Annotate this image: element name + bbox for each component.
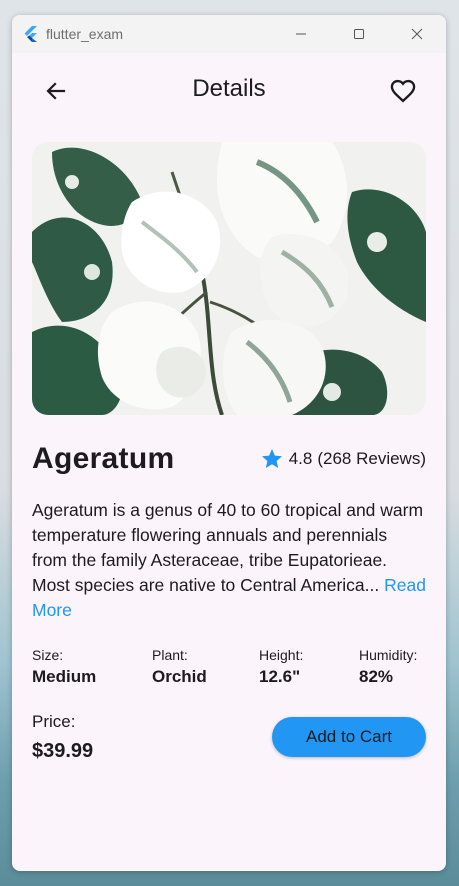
add-to-cart-button[interactable]: Add to Cart xyxy=(272,717,426,757)
favorite-button[interactable] xyxy=(386,74,420,108)
product-name: Ageratum xyxy=(32,442,175,475)
spec-height: Height: 12.6" xyxy=(259,647,303,687)
spec-label: Height: xyxy=(259,647,304,663)
page-title: Details xyxy=(192,75,266,102)
maximize-button[interactable] xyxy=(330,15,388,53)
flutter-logo-icon xyxy=(24,26,37,42)
plant-photo xyxy=(32,142,426,415)
minimize-button[interactable] xyxy=(272,15,330,53)
spec-value: 12.6" xyxy=(259,667,301,686)
price-value: $39.99 xyxy=(32,740,94,762)
spec-value: Orchid xyxy=(152,667,207,686)
product-header: Ageratum 4.8 (268 Reviews) xyxy=(32,442,426,480)
spec-value: 82% xyxy=(359,667,394,686)
spec-label: Size: xyxy=(32,647,64,663)
spec-humidity: Humidity: 82% xyxy=(359,647,417,687)
app-bar: Details xyxy=(12,53,446,127)
star-icon xyxy=(261,449,282,468)
price-label: Price: xyxy=(32,712,76,731)
spec-label: Plant: xyxy=(152,647,188,663)
spec-size: Size: Medium xyxy=(32,647,96,687)
product-description: Ageratum is a genus of 40 to 60 tropical… xyxy=(32,498,426,623)
description-text: Ageratum is a genus of 40 to 60 tropical… xyxy=(32,500,424,595)
rating-value: 4.8 xyxy=(288,449,313,468)
review-count: (268 Reviews) xyxy=(317,449,426,468)
minimize-icon xyxy=(296,33,306,35)
close-button[interactable] xyxy=(388,15,446,53)
close-icon xyxy=(411,28,423,40)
product-specs: Size: Medium Plant: Orchid Height: 12.6"… xyxy=(32,647,426,691)
price-block: Price: $39.99 xyxy=(32,712,93,763)
maximize-icon xyxy=(354,29,364,39)
app-window: flutter_exam Details Ageratum 4.8 (268 R… xyxy=(12,15,446,871)
heart-outline-icon xyxy=(390,79,416,103)
product-rating: 4.8 (268 Reviews) xyxy=(260,447,426,471)
window-title: flutter_exam xyxy=(46,26,124,42)
spec-plant: Plant: Orchid xyxy=(152,647,207,687)
window-titlebar[interactable]: flutter_exam xyxy=(12,15,446,53)
spec-label: Humidity: xyxy=(359,647,418,663)
spec-value: Medium xyxy=(32,667,97,686)
